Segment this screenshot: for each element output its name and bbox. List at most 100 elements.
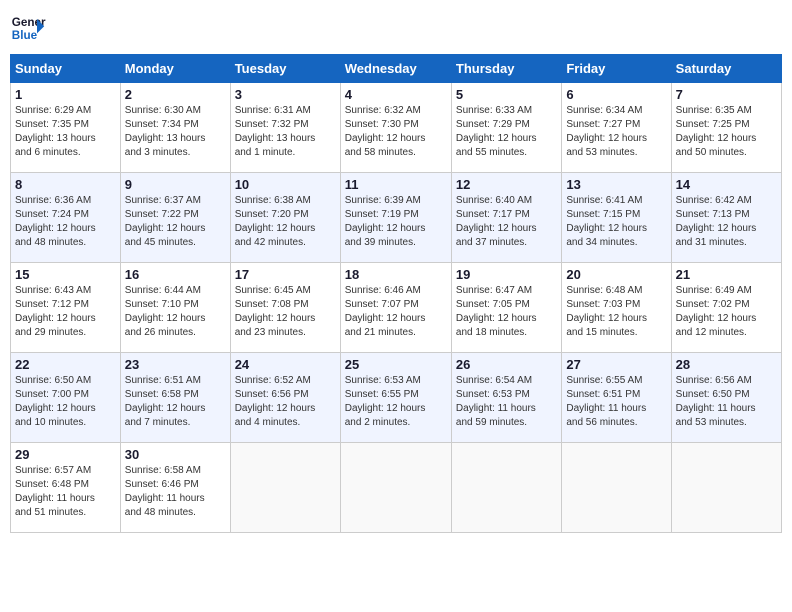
day-info: Sunrise: 6:53 AM Sunset: 6:55 PM Dayligh… — [345, 374, 447, 430]
day-info: Sunrise: 6:41 AM Sunset: 7:15 PM Dayligh… — [566, 194, 666, 250]
calendar-table: SundayMondayTuesdayWednesdayThursdayFrid… — [10, 54, 782, 533]
header-cell-wednesday: Wednesday — [340, 55, 451, 83]
day-info: Sunrise: 6:51 AM Sunset: 6:58 PM Dayligh… — [125, 374, 226, 430]
day-info: Sunrise: 6:36 AM Sunset: 7:24 PM Dayligh… — [15, 194, 116, 250]
day-cell — [562, 443, 671, 533]
header-cell-monday: Monday — [120, 55, 230, 83]
day-cell: 7 Sunrise: 6:35 AM Sunset: 7:25 PM Daylig… — [671, 83, 781, 173]
day-info: Sunrise: 6:45 AM Sunset: 7:08 PM Dayligh… — [235, 284, 336, 340]
day-number: 29 — [15, 447, 116, 462]
day-cell: 25 Sunrise: 6:53 AM Sunset: 6:55 PM Dayli… — [340, 353, 451, 443]
day-info: Sunrise: 6:34 AM Sunset: 7:27 PM Dayligh… — [566, 104, 666, 160]
day-info: Sunrise: 6:38 AM Sunset: 7:20 PM Dayligh… — [235, 194, 336, 250]
day-cell: 30 Sunrise: 6:58 AM Sunset: 6:46 PM Dayli… — [120, 443, 230, 533]
day-number: 7 — [676, 87, 777, 102]
week-row-2: 8 Sunrise: 6:36 AM Sunset: 7:24 PM Daylig… — [11, 173, 782, 263]
day-cell — [340, 443, 451, 533]
day-number: 18 — [345, 267, 447, 282]
day-info: Sunrise: 6:48 AM Sunset: 7:03 PM Dayligh… — [566, 284, 666, 340]
day-number: 20 — [566, 267, 666, 282]
calendar-body: 1Sunrise: 6:29 AM Sunset: 7:35 PM Daylig… — [11, 83, 782, 533]
day-cell: 12Sunrise: 6:40 AM Sunset: 7:17 PM Dayli… — [451, 173, 561, 263]
day-number: 11 — [345, 177, 447, 192]
week-row-1: 1Sunrise: 6:29 AM Sunset: 7:35 PM Daylig… — [11, 83, 782, 173]
day-cell: 24 Sunrise: 6:52 AM Sunset: 6:56 PM Dayli… — [230, 353, 340, 443]
header-cell-saturday: Saturday — [671, 55, 781, 83]
svg-text:Blue: Blue — [12, 29, 38, 42]
day-info: Sunrise: 6:50 AM Sunset: 7:00 PM Dayligh… — [15, 374, 116, 430]
day-cell: 9 Sunrise: 6:37 AM Sunset: 7:22 PM Daylig… — [120, 173, 230, 263]
day-number: 27 — [566, 357, 666, 372]
day-number: 22 — [15, 357, 116, 372]
day-number: 30 — [125, 447, 226, 462]
day-info: Sunrise: 6:40 AM Sunset: 7:17 PM Dayligh… — [456, 194, 557, 250]
day-cell: 21 Sunrise: 6:49 AM Sunset: 7:02 PM Dayli… — [671, 263, 781, 353]
day-cell: 29 Sunrise: 6:57 AM Sunset: 6:48 PM Dayli… — [11, 443, 121, 533]
day-cell: 28 Sunrise: 6:56 AM Sunset: 6:50 PM Dayli… — [671, 353, 781, 443]
day-cell: 22 Sunrise: 6:50 AM Sunset: 7:00 PM Dayli… — [11, 353, 121, 443]
day-number: 17 — [235, 267, 336, 282]
day-info: Sunrise: 6:52 AM Sunset: 6:56 PM Dayligh… — [235, 374, 336, 430]
day-info: Sunrise: 6:47 AM Sunset: 7:05 PM Dayligh… — [456, 284, 557, 340]
day-info: Sunrise: 6:46 AM Sunset: 7:07 PM Dayligh… — [345, 284, 447, 340]
day-number: 24 — [235, 357, 336, 372]
day-cell: 14Sunrise: 6:42 AM Sunset: 7:13 PM Dayli… — [671, 173, 781, 263]
header-cell-thursday: Thursday — [451, 55, 561, 83]
day-info: Sunrise: 6:54 AM Sunset: 6:53 PM Dayligh… — [456, 374, 557, 430]
day-number: 2 — [125, 87, 226, 102]
day-info: Sunrise: 6:30 AM Sunset: 7:34 PM Dayligh… — [125, 104, 226, 160]
day-info: Sunrise: 6:57 AM Sunset: 6:48 PM Dayligh… — [15, 464, 116, 520]
day-info: Sunrise: 6:58 AM Sunset: 6:46 PM Dayligh… — [125, 464, 226, 520]
day-number: 28 — [676, 357, 777, 372]
day-cell: 2 Sunrise: 6:30 AM Sunset: 7:34 PM Daylig… — [120, 83, 230, 173]
day-number: 25 — [345, 357, 447, 372]
week-row-5: 29 Sunrise: 6:57 AM Sunset: 6:48 PM Dayli… — [11, 443, 782, 533]
day-number: 10 — [235, 177, 336, 192]
day-number: 3 — [235, 87, 336, 102]
week-row-3: 15 Sunrise: 6:43 AM Sunset: 7:12 PM Dayli… — [11, 263, 782, 353]
day-info: Sunrise: 6:39 AM Sunset: 7:19 PM Dayligh… — [345, 194, 447, 250]
day-number: 4 — [345, 87, 447, 102]
day-cell: 3 Sunrise: 6:31 AM Sunset: 7:32 PM Daylig… — [230, 83, 340, 173]
day-cell: 15 Sunrise: 6:43 AM Sunset: 7:12 PM Dayli… — [11, 263, 121, 353]
logo-icon: General Blue — [10, 10, 46, 46]
day-cell — [671, 443, 781, 533]
day-cell: 1Sunrise: 6:29 AM Sunset: 7:35 PM Daylig… — [11, 83, 121, 173]
day-number: 8 — [15, 177, 116, 192]
day-number: 6 — [566, 87, 666, 102]
day-cell: 5Sunrise: 6:33 AM Sunset: 7:29 PM Daylig… — [451, 83, 561, 173]
day-info: Sunrise: 6:33 AM Sunset: 7:29 PM Dayligh… — [456, 104, 557, 160]
day-number: 26 — [456, 357, 557, 372]
day-info: Sunrise: 6:35 AM Sunset: 7:25 PM Dayligh… — [676, 104, 777, 160]
day-number: 16 — [125, 267, 226, 282]
day-cell — [230, 443, 340, 533]
header-cell-tuesday: Tuesday — [230, 55, 340, 83]
day-number: 15 — [15, 267, 116, 282]
day-number: 19 — [456, 267, 557, 282]
day-info: Sunrise: 6:32 AM Sunset: 7:30 PM Dayligh… — [345, 104, 447, 160]
day-cell: 4 Sunrise: 6:32 AM Sunset: 7:30 PM Daylig… — [340, 83, 451, 173]
day-info: Sunrise: 6:29 AM Sunset: 7:35 PM Dayligh… — [15, 104, 116, 160]
day-info: Sunrise: 6:43 AM Sunset: 7:12 PM Dayligh… — [15, 284, 116, 340]
day-number: 13 — [566, 177, 666, 192]
day-info: Sunrise: 6:44 AM Sunset: 7:10 PM Dayligh… — [125, 284, 226, 340]
day-number: 9 — [125, 177, 226, 192]
day-info: Sunrise: 6:49 AM Sunset: 7:02 PM Dayligh… — [676, 284, 777, 340]
day-cell: 8 Sunrise: 6:36 AM Sunset: 7:24 PM Daylig… — [11, 173, 121, 263]
day-cell: 26 Sunrise: 6:54 AM Sunset: 6:53 PM Dayli… — [451, 353, 561, 443]
day-cell — [451, 443, 561, 533]
day-info: Sunrise: 6:37 AM Sunset: 7:22 PM Dayligh… — [125, 194, 226, 250]
day-info: Sunrise: 6:56 AM Sunset: 6:50 PM Dayligh… — [676, 374, 777, 430]
day-cell: 11 Sunrise: 6:39 AM Sunset: 7:19 PM Dayli… — [340, 173, 451, 263]
header-row: SundayMondayTuesdayWednesdayThursdayFrid… — [11, 55, 782, 83]
day-number: 21 — [676, 267, 777, 282]
day-cell: 27 Sunrise: 6:55 AM Sunset: 6:51 PM Dayli… — [562, 353, 671, 443]
day-cell: 18 Sunrise: 6:46 AM Sunset: 7:07 PM Dayli… — [340, 263, 451, 353]
day-cell: 16 Sunrise: 6:44 AM Sunset: 7:10 PM Dayli… — [120, 263, 230, 353]
day-info: Sunrise: 6:42 AM Sunset: 7:13 PM Dayligh… — [676, 194, 777, 250]
day-info: Sunrise: 6:31 AM Sunset: 7:32 PM Dayligh… — [235, 104, 336, 160]
day-cell: 23Sunrise: 6:51 AM Sunset: 6:58 PM Dayli… — [120, 353, 230, 443]
day-cell: 13 Sunrise: 6:41 AM Sunset: 7:15 PM Dayli… — [562, 173, 671, 263]
day-info: Sunrise: 6:55 AM Sunset: 6:51 PM Dayligh… — [566, 374, 666, 430]
week-row-4: 22 Sunrise: 6:50 AM Sunset: 7:00 PM Dayli… — [11, 353, 782, 443]
